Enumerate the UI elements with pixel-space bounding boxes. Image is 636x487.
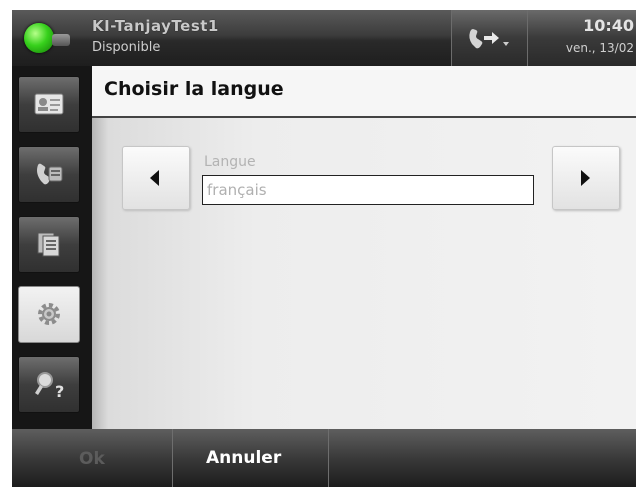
sidebar: ? (12, 66, 92, 429)
sidebar-item-calls[interactable] (18, 146, 80, 203)
arrow-right-icon (581, 170, 590, 186)
documents-icon (37, 232, 60, 257)
status-header: KI-TanjayTest1 Disponible 10:40 ven., 13… (12, 10, 636, 66)
next-language-button[interactable] (552, 146, 620, 210)
presence-status-icon[interactable] (24, 23, 54, 53)
svg-text:?: ? (55, 382, 64, 401)
phone-log-icon (37, 163, 63, 185)
call-forward-button[interactable] (452, 10, 527, 66)
clock-area: 10:40 ven., 13/02 (528, 10, 636, 66)
search-help-icon: ? (35, 372, 64, 401)
clock-date: ven., 13/02 (565, 41, 634, 55)
contact-card-icon (34, 93, 64, 115)
user-status: Disponible (92, 40, 161, 55)
sidebar-item-contacts[interactable] (18, 76, 80, 133)
page-title: Choisir la langue (104, 78, 284, 100)
cancel-button[interactable]: Annuler (172, 429, 329, 487)
main-content: Choisir la langue Langue français (92, 66, 636, 429)
presence-menu-icon[interactable] (52, 34, 70, 46)
language-field[interactable]: français (202, 175, 534, 205)
language-value: français (207, 181, 267, 199)
arrow-left-icon (150, 170, 159, 186)
user-name: KI-TanjayTest1 (92, 17, 219, 35)
empty-softkey[interactable] (328, 429, 636, 487)
language-label: Langue (204, 154, 256, 170)
sidebar-item-help[interactable]: ? (18, 356, 80, 413)
bottom-toolbar: Ok Annuler (12, 429, 636, 487)
sidebar-item-settings[interactable] (18, 286, 80, 343)
previous-language-button[interactable] (122, 146, 190, 210)
sidebar-item-directory[interactable] (18, 216, 80, 273)
call-forward-icon (469, 29, 509, 49)
cancel-label: Annuler (206, 448, 282, 468)
settings-gear-icon (38, 303, 60, 325)
phone-screen: KI-TanjayTest1 Disponible 10:40 ven., 13… (12, 10, 636, 487)
ok-button[interactable]: Ok (12, 429, 173, 487)
clock-time: 10:40 (583, 16, 634, 35)
ok-label: Ok (79, 449, 105, 469)
title-bar: Choisir la langue (92, 66, 636, 118)
